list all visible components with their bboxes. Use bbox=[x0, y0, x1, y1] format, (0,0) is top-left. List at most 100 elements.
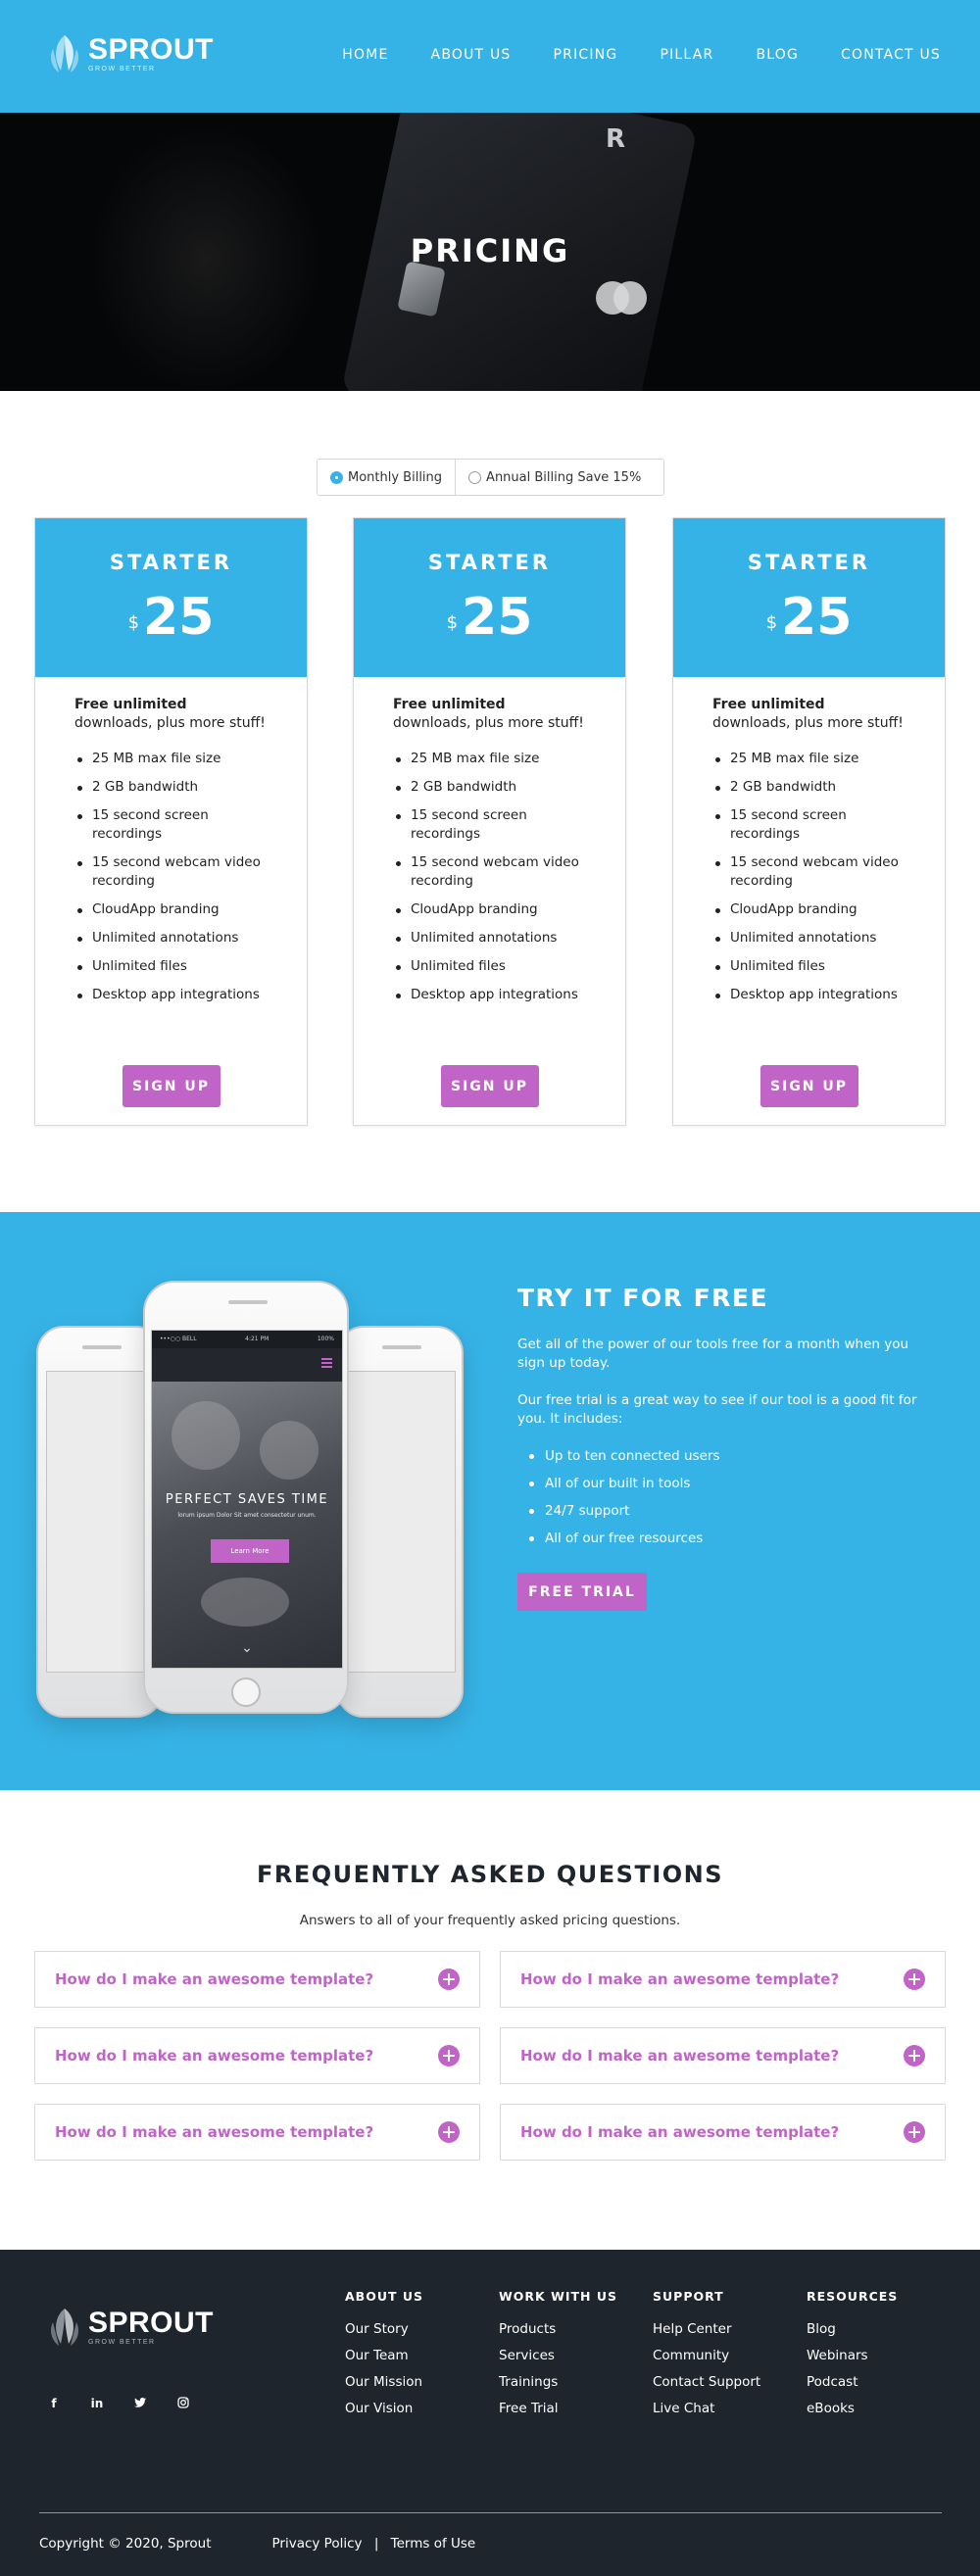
logo-tagline: GROW BETTER bbox=[88, 66, 156, 73]
plan-name: STARTER bbox=[427, 551, 552, 574]
sign-up-button[interactable]: SIGN UP bbox=[760, 1065, 858, 1107]
footer-link[interactable]: eBooks bbox=[807, 2401, 898, 2416]
billing-annual-option[interactable]: Annual Billing Save 15% bbox=[455, 460, 654, 495]
footer-link[interactable]: Webinars bbox=[807, 2348, 898, 2363]
footer-link[interactable]: Community bbox=[653, 2348, 760, 2363]
phone-time: 4:21 PM bbox=[245, 1336, 270, 1342]
footer-logo-tagline: GROW BETTER bbox=[88, 2339, 156, 2346]
plan-intro: Free unlimited downloads, plus more stuf… bbox=[74, 697, 266, 731]
annual-radio[interactable] bbox=[468, 470, 482, 484]
hero-banner: R PRICING bbox=[0, 113, 980, 391]
footer-link[interactable]: Our Team bbox=[345, 2348, 423, 2363]
chevron-down-icon: ⌄ bbox=[241, 1639, 253, 1655]
linkedin-icon[interactable]: in bbox=[90, 2397, 104, 2411]
site-header: SPROUT GROW BETTER HOME ABOUT US PRICING… bbox=[0, 0, 980, 113]
feature-item: 15 second webcam video recording bbox=[712, 853, 906, 891]
feature-item: 15 second webcam video recording bbox=[393, 853, 586, 891]
feature-item: 15 second screen recordings bbox=[393, 806, 586, 844]
feature-item: 25 MB max file size bbox=[74, 750, 268, 768]
footer-link[interactable]: Blog bbox=[807, 2321, 898, 2337]
card-brand-icon: R bbox=[606, 124, 626, 154]
footer-column-title: ABOUT US bbox=[345, 2289, 424, 2304]
pricing-card-header: STARTER $25 bbox=[354, 518, 625, 677]
footer-link[interactable]: Our Story bbox=[345, 2321, 423, 2337]
feature-item: Unlimited files bbox=[393, 957, 586, 976]
nav-about-us[interactable]: ABOUT US bbox=[431, 47, 512, 63]
pricing-card: STARTER $25 Free unlimited downloads, pl… bbox=[672, 517, 946, 1126]
nav-pillar[interactable]: PILLAR bbox=[660, 47, 713, 63]
trial-list-item: All of our free resources bbox=[517, 1530, 720, 1547]
footer-link[interactable]: Podcast bbox=[807, 2374, 898, 2390]
feature-item: Desktop app integrations bbox=[393, 986, 586, 1004]
feature-item: 2 GB bandwidth bbox=[712, 778, 906, 797]
nav-pricing[interactable]: PRICING bbox=[554, 47, 618, 63]
footer-divider bbox=[39, 2512, 942, 2513]
footer-link[interactable]: Help Center bbox=[653, 2321, 760, 2337]
footer-link[interactable]: Live Chat bbox=[653, 2401, 760, 2416]
nav-home[interactable]: HOME bbox=[342, 47, 388, 63]
footer-link[interactable]: Services bbox=[499, 2348, 617, 2363]
nav-contact-us[interactable]: CONTACT US bbox=[841, 47, 941, 63]
phone-mockup-center: •••○○ BELL 4:21 PM 100% PERFECT SAVES TI… bbox=[143, 1281, 349, 1714]
footer-column-title: RESOURCES bbox=[807, 2289, 899, 2304]
faq-question: How do I make an awesome template? bbox=[520, 2047, 840, 2065]
logo[interactable]: SPROUT GROW BETTER bbox=[47, 31, 214, 76]
footer-link[interactable]: Our Vision bbox=[345, 2401, 423, 2416]
faq-subtitle: Answers to all of your frequently asked … bbox=[299, 1913, 681, 1928]
social-links: f in bbox=[47, 2397, 220, 2411]
faq-item[interactable]: How do I make an awesome template? bbox=[500, 1951, 946, 2008]
plus-circle-icon[interactable] bbox=[438, 1968, 460, 1990]
phone-hero-image bbox=[152, 1382, 342, 1668]
plus-circle-icon[interactable] bbox=[904, 2121, 925, 2143]
facebook-icon[interactable]: f bbox=[47, 2397, 61, 2411]
footer-link[interactable]: Contact Support bbox=[653, 2374, 760, 2390]
feature-item: 15 second screen recordings bbox=[712, 806, 906, 844]
monthly-radio[interactable] bbox=[330, 470, 343, 484]
footer-column-about-us: ABOUT US Our Story Our Team Our Mission … bbox=[345, 2289, 423, 2427]
privacy-policy-link[interactable]: Privacy Policy bbox=[272, 2536, 363, 2552]
terms-of-use-link[interactable]: Terms of Use bbox=[391, 2536, 476, 2552]
pricing-card-header: STARTER $25 bbox=[35, 518, 307, 677]
faq-question: How do I make an awesome template? bbox=[55, 2047, 374, 2065]
footer-link[interactable]: Our Mission bbox=[345, 2374, 423, 2390]
plus-circle-icon[interactable] bbox=[438, 2045, 460, 2066]
plan-features: 25 MB max file size 2 GB bandwidth 15 se… bbox=[712, 750, 906, 1004]
price-amount: 25 bbox=[462, 588, 533, 647]
phone-battery: 100% bbox=[317, 1336, 334, 1342]
footer-logo[interactable]: SPROUT GROW BETTER bbox=[47, 2305, 214, 2350]
plus-circle-icon[interactable] bbox=[904, 1968, 925, 1990]
feature-item: Unlimited files bbox=[712, 957, 906, 976]
pricing-card: STARTER $25 Free unlimited downloads, pl… bbox=[353, 517, 626, 1126]
plus-circle-icon[interactable] bbox=[904, 2045, 925, 2066]
trial-paragraph-2: Our free trial is a great way to see if … bbox=[517, 1392, 917, 1427]
faq-item[interactable]: How do I make an awesome template? bbox=[500, 2027, 946, 2084]
plan-price: $25 bbox=[354, 592, 625, 643]
phone-screen: •••○○ BELL 4:21 PM 100% PERFECT SAVES TI… bbox=[151, 1330, 343, 1669]
twitter-icon[interactable] bbox=[133, 2397, 147, 2411]
feature-item: Unlimited annotations bbox=[712, 929, 906, 948]
currency-symbol: $ bbox=[446, 612, 459, 633]
faq-item[interactable]: How do I make an awesome template? bbox=[34, 2027, 480, 2084]
plan-name: STARTER bbox=[109, 551, 233, 574]
faq-item[interactable]: How do I make an awesome template? bbox=[34, 1951, 480, 2008]
trial-paragraph-1: Get all of the power of our tools free f… bbox=[517, 1337, 909, 1371]
phone-learn-more-button: Learn More bbox=[211, 1539, 289, 1563]
footer-link[interactable]: Trainings bbox=[499, 2374, 617, 2390]
free-trial-button[interactable]: FREE TRIAL bbox=[517, 1573, 647, 1611]
instagram-icon[interactable] bbox=[176, 2397, 190, 2411]
nav-blog[interactable]: BLOG bbox=[756, 47, 799, 63]
feature-item: 15 second webcam video recording bbox=[74, 853, 268, 891]
billing-monthly-option[interactable]: Monthly Billing bbox=[318, 460, 455, 495]
footer-column-work-with-us: WORK WITH US Products Services Trainings… bbox=[499, 2289, 617, 2427]
footer-link[interactable]: Free Trial bbox=[499, 2401, 617, 2416]
plus-circle-icon[interactable] bbox=[438, 2121, 460, 2143]
sign-up-button[interactable]: SIGN UP bbox=[440, 1065, 539, 1107]
faq-question: How do I make an awesome template? bbox=[520, 1970, 840, 1988]
sign-up-button[interactable]: SIGN UP bbox=[122, 1065, 220, 1107]
footer-link[interactable]: Products bbox=[499, 2321, 617, 2337]
trial-title: TRY IT FOR FREE bbox=[517, 1284, 769, 1312]
faq-item[interactable]: How do I make an awesome template? bbox=[500, 2104, 946, 2161]
faq-item[interactable]: How do I make an awesome template? bbox=[34, 2104, 480, 2161]
phone-carrier: •••○○ BELL bbox=[160, 1336, 197, 1342]
trial-includes-list: Up to ten connected users All of our bui… bbox=[517, 1447, 720, 1557]
